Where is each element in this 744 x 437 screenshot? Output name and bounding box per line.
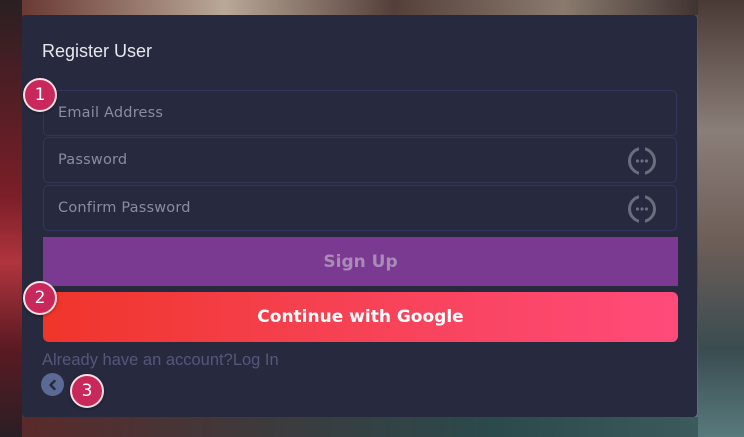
eye-off-icon[interactable]: [627, 194, 657, 224]
page-title: Register User: [42, 41, 153, 61]
password-field[interactable]: Password: [43, 137, 677, 183]
login-prompt-text: Already have an account?: [42, 351, 233, 369]
back-button[interactable]: [41, 373, 64, 396]
eye-off-icon[interactable]: [627, 146, 657, 176]
background-image-right: [698, 0, 744, 437]
background-image-bottom: [22, 417, 698, 437]
annotation-marker-1: 1: [23, 78, 57, 112]
login-prompt-row: Already have an account?Log In: [42, 351, 279, 370]
signup-button[interactable]: Sign Up: [43, 237, 678, 286]
annotation-marker-2: 2: [23, 281, 57, 315]
register-card: Register User Email Address Password Con…: [22, 15, 697, 417]
chevron-left-icon: [48, 379, 56, 390]
background-image-top: [22, 0, 698, 15]
password-placeholder: Password: [58, 152, 128, 168]
google-signin-button[interactable]: Continue with Google: [43, 292, 678, 342]
email-placeholder: Email Address: [58, 105, 164, 121]
confirm-password-placeholder: Confirm Password: [58, 200, 191, 216]
login-link[interactable]: Log In: [233, 351, 279, 369]
email-field[interactable]: Email Address: [43, 90, 677, 136]
background-image-left: [0, 0, 22, 437]
annotation-marker-3: 3: [70, 374, 104, 408]
confirm-password-field[interactable]: Confirm Password: [43, 185, 677, 231]
